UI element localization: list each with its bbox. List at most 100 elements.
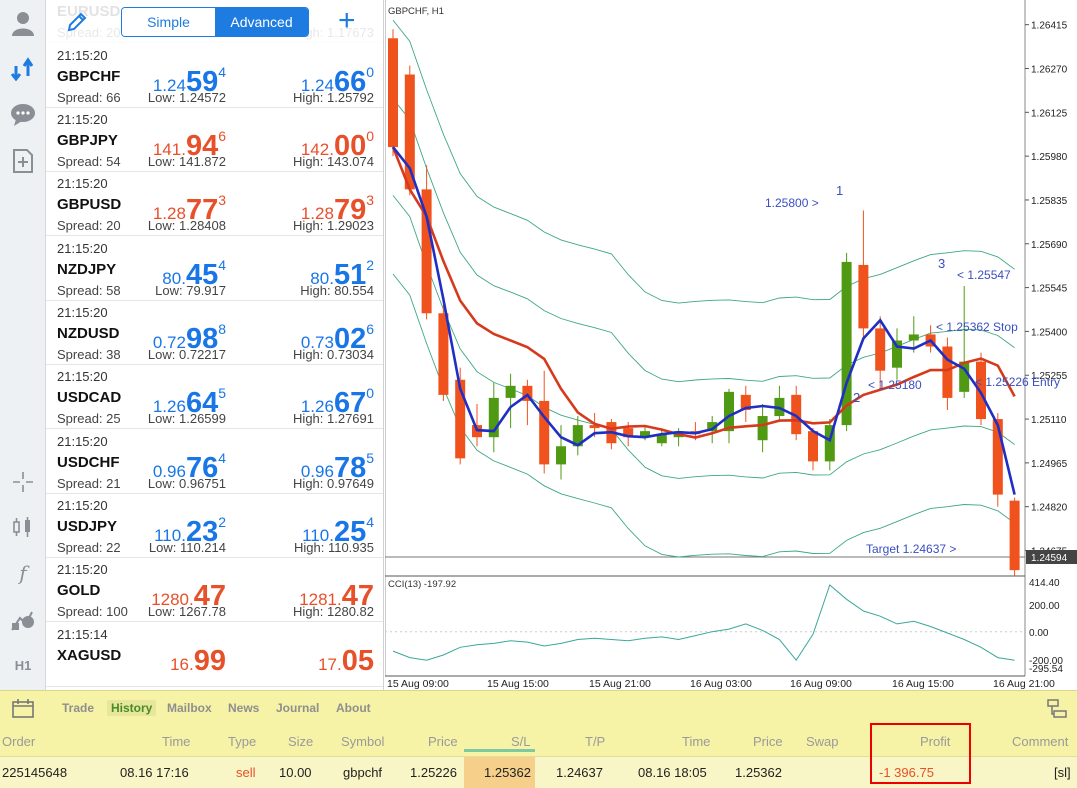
trade-arrows-icon[interactable] — [0, 52, 46, 86]
bid-price[interactable]: 16.99 — [170, 635, 226, 682]
bid-point: 4 — [218, 257, 226, 273]
quote-row-nzdjpy[interactable]: 21:15:20 NZDJPY 80.454 80.512 Spread: 58 Low:… — [46, 237, 383, 302]
cci-tick-label: -295.54 — [1029, 664, 1063, 675]
quote-high: High: 80.554 — [300, 283, 374, 298]
col-comment[interactable]: Comment — [1012, 734, 1068, 749]
cell-time: 08.16 17:16 — [120, 765, 189, 780]
ask-point: 0 — [366, 64, 374, 80]
sort-indicator — [464, 749, 535, 752]
bid-point: 8 — [218, 321, 226, 337]
ask-point: 6 — [366, 321, 374, 337]
quote-high: High: 1280.82 — [293, 604, 374, 619]
quote-high: High: 1.25792 — [293, 90, 374, 105]
quote-time: 21:15:20 — [57, 112, 108, 127]
cell-order: 225145648 — [2, 765, 68, 780]
price-tick-label: 1.25690 — [1031, 240, 1068, 251]
advanced-tab[interactable]: Advanced — [215, 8, 308, 36]
quote-row-nzdusd[interactable]: 21:15:20 NZDUSD 0.72988 0.73026 Spread: 38 Lo… — [46, 301, 383, 366]
col-price[interactable]: Price — [428, 734, 458, 749]
cell-sl: 1.25362 — [484, 765, 531, 780]
tab-history[interactable]: History — [107, 700, 157, 716]
quote-high: High: 0.73034 — [293, 347, 374, 362]
price-tick-label: 1.25980 — [1031, 152, 1068, 163]
quote-high: High: 143.074 — [293, 154, 374, 169]
layout-icon[interactable] — [1046, 698, 1068, 725]
quote-row-xagusd[interactable]: 21:15:14 XAGUSD 16.99 17.05 — [46, 623, 383, 688]
cell-comment: [sl] — [1054, 765, 1071, 780]
bid-point: 3 — [218, 192, 226, 208]
col-size[interactable]: Size — [288, 734, 313, 749]
wave-label-2: 2 — [853, 390, 860, 405]
quote-spread: Spread: 21 — [57, 476, 121, 491]
add-symbol-icon[interactable]: + — [338, 4, 356, 38]
indicators-icon[interactable]: f — [0, 556, 46, 590]
tab-trade[interactable]: Trade — [62, 701, 94, 715]
quote-row-gbpusd[interactable]: 21:15:20 GBPUSD 1.28773 1.28793 Spread: 20 Lo… — [46, 172, 383, 237]
col-swap[interactable]: Swap — [806, 734, 839, 749]
cci-tick-label: 414.40 — [1029, 578, 1060, 589]
quote-row-gbpjpy[interactable]: 21:15:20 GBPJPY 141.946 142.000 Spread: 54 Lo… — [46, 108, 383, 173]
chart-canvas[interactable]: 1.26415 1.26270 1.26125 1.25980 1.25835 1.256… — [384, 0, 1077, 690]
chart-type-icon[interactable] — [0, 510, 46, 544]
quote-symbol: USDCHF — [57, 454, 120, 471]
quote-spread: Spread: 58 — [57, 283, 121, 298]
quote-symbol: GBPJPY — [57, 132, 118, 149]
market-watch: Simple Advanced + EURUSDSpread: 20Low: 1… — [46, 0, 384, 690]
col-time[interactable]: Time — [162, 734, 190, 749]
crosshair-icon[interactable] — [0, 465, 46, 499]
quote-time: 21:15:20 — [57, 305, 108, 320]
cci-tick-label: 200.00 — [1029, 601, 1060, 612]
quote-time: 21:15:20 — [57, 369, 108, 384]
calendar-icon[interactable] — [12, 698, 34, 723]
tab-about[interactable]: About — [336, 701, 371, 715]
entry-label: < 1.25226 Entry — [975, 375, 1060, 389]
account-icon[interactable] — [0, 6, 46, 40]
profit-highlight-box — [870, 723, 971, 784]
col-sl[interactable]: S/L — [511, 734, 531, 749]
col-tp[interactable]: T/P — [585, 734, 605, 749]
simple-tab[interactable]: Simple — [122, 8, 215, 36]
cell-type: sell — [236, 765, 256, 780]
quote-low: Low: 0.96751 — [147, 476, 226, 491]
chat-icon[interactable] — [0, 98, 46, 132]
ask-point: 0 — [366, 385, 374, 401]
quote-low: Low: 79.917 — [155, 283, 226, 298]
col-symbol[interactable]: Symbol — [341, 734, 384, 749]
price-tick-label: 1.26270 — [1031, 64, 1068, 75]
quote-time: 21:15:20 — [57, 48, 108, 63]
ask-price[interactable]: 17.05 — [318, 635, 374, 682]
timeframe-button[interactable]: H1 — [0, 648, 46, 682]
time-axis-label: 15 Aug 21:00 — [589, 678, 651, 690]
price-tick-label: 1.25110 — [1031, 415, 1067, 426]
quote-time: 21:15:20 — [57, 562, 108, 577]
col-price2[interactable]: Price — [753, 734, 783, 749]
quote-symbol: GOLD — [57, 582, 101, 599]
target-label: Target 1.24637 > — [866, 542, 956, 556]
quote-spread: Spread: 100 — [57, 604, 128, 619]
tab-mailbox[interactable]: Mailbox — [167, 701, 212, 715]
cell-time2: 08.16 18:05 — [638, 765, 707, 780]
quote-row-usdjpy[interactable]: 21:15:20 USDJPY 110.232 110.254 Spread: 22 Lo… — [46, 494, 383, 559]
quote-spread: Spread: 22 — [57, 540, 121, 555]
quote-high: High: 1.27691 — [293, 411, 374, 426]
bid-point: 4 — [218, 450, 226, 466]
col-time2[interactable]: Time — [682, 734, 710, 749]
price-chart[interactable]: 1.26415 1.26270 1.26125 1.25980 1.25835 1.256… — [384, 0, 1077, 690]
col-type[interactable]: Type — [228, 734, 256, 749]
bid-prefix: 16. — [170, 655, 194, 674]
quote-row-gbpchf[interactable]: 21:15:20 GBPCHF 1.24594 1.24660 Spread: 66 Lo… — [46, 44, 383, 109]
quote-symbol: XAGUSD — [57, 647, 122, 664]
col-order[interactable]: Order — [2, 734, 35, 749]
tab-news[interactable]: News — [228, 701, 259, 715]
quote-row-gold[interactable]: 21:15:20 GOLD 1280.47 1281.47 Spread: 100 Low… — [46, 558, 383, 623]
price-tick-label: 1.25400 — [1031, 327, 1068, 338]
quote-low: Low: 110.214 — [148, 540, 226, 555]
edit-icon[interactable] — [66, 11, 88, 38]
quote-low: Low: 0.72217 — [147, 347, 226, 362]
quote-row-usdchf[interactable]: 21:15:20 USDCHF 0.96764 0.96785 Spread: 21 Lo… — [46, 430, 383, 495]
objects-icon[interactable] — [0, 603, 46, 637]
tab-journal[interactable]: Journal — [276, 701, 319, 715]
quote-row-usdcad[interactable]: 21:15:20 USDCAD 1.26645 1.26670 Spread: 25 Lo… — [46, 365, 383, 430]
cell-price: 1.25226 — [410, 765, 457, 780]
new-order-icon[interactable] — [0, 144, 46, 178]
